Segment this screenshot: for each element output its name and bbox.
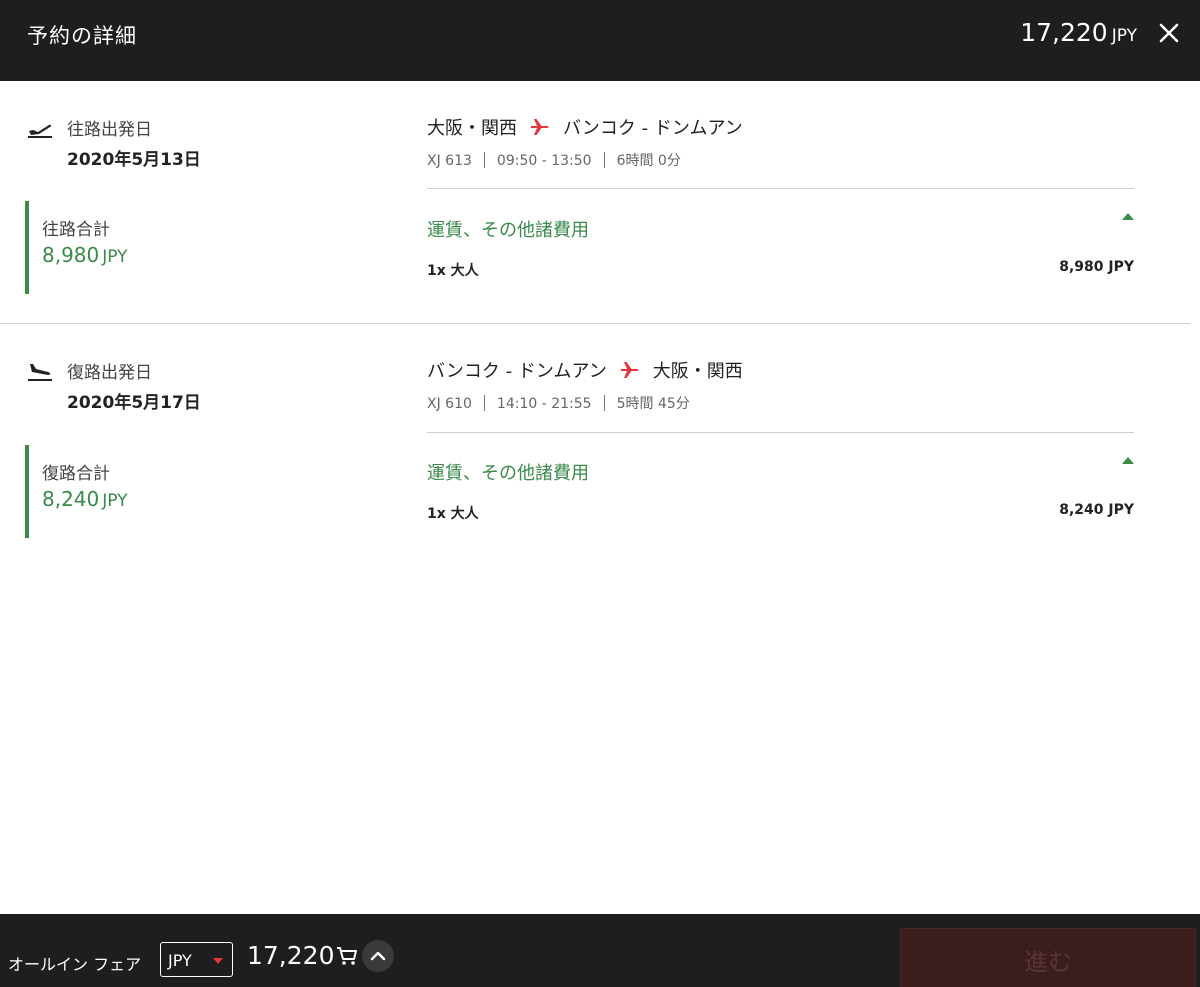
meta-separator — [603, 395, 605, 411]
segment-divider — [0, 323, 1190, 324]
currency-select-value: JPY — [168, 951, 192, 970]
cart-icon — [337, 947, 357, 965]
outbound-passenger: 1x 大人 — [427, 263, 479, 279]
expand-summary-button[interactable] — [362, 940, 394, 972]
outbound-destination: バンコク - ドンムアン — [563, 118, 743, 139]
page-title: 予約の詳細 — [27, 24, 137, 48]
meta-separator — [603, 152, 605, 168]
outbound-flight-number: XJ 613 — [427, 153, 472, 169]
header-total-currency: JPY — [1111, 26, 1137, 46]
return-separator — [427, 432, 1134, 433]
footer-bar: オールイン フェア JPY 17,220 進む — [0, 914, 1200, 987]
outbound-fare-amount: 8,980 JPY — [1059, 259, 1134, 275]
proceed-button[interactable]: 進む — [900, 928, 1196, 987]
close-icon[interactable] — [1154, 18, 1184, 48]
outbound-time: 09:50 - 13:50 — [496, 153, 592, 169]
plane-icon — [620, 362, 639, 378]
return-total-amount: 8,240 — [42, 487, 100, 511]
return-duration: 5時間 45分 — [616, 396, 690, 412]
outbound-total-label: 往路合計 — [42, 220, 110, 240]
return-label: 復路出発日 — [67, 363, 152, 383]
takeoff-icon — [28, 124, 52, 138]
return-total-currency: JPY — [102, 491, 128, 511]
return-fare-amount: 8,240 JPY — [1059, 502, 1134, 518]
dropdown-arrow-icon — [213, 958, 223, 964]
return-destination: 大阪・関西 — [652, 361, 743, 382]
meta-separator — [483, 395, 485, 411]
plane-icon — [531, 119, 549, 135]
outbound-total-amount: 8,980 — [42, 243, 100, 267]
outbound-total-box: 往路合計 8,980 JPY — [25, 201, 355, 294]
outbound-origin: 大阪・関西 — [427, 118, 517, 139]
return-flight-meta: XJ 610 14:10 - 21:55 5時間 45分 — [427, 393, 690, 413]
outbound-fees-toggle[interactable]: 運賃、その他諸費用 — [427, 216, 589, 242]
return-total-value: 8,240 JPY — [42, 487, 128, 511]
return-date: 2020年5月17日 — [67, 393, 201, 413]
meta-separator — [483, 152, 485, 168]
currency-select[interactable]: JPY — [160, 942, 233, 977]
header-bar: 予約の詳細 17,220 JPY — [0, 0, 1200, 81]
caret-up-icon[interactable] — [1122, 213, 1134, 220]
caret-up-icon[interactable] — [1122, 457, 1134, 464]
outbound-total-value: 8,980 JPY — [42, 243, 128, 267]
header-total-amount: 17,220 — [1020, 18, 1108, 47]
outbound-separator — [427, 188, 1134, 189]
return-route: バンコク - ドンムアン 大阪・関西 — [427, 357, 743, 383]
return-time: 14:10 - 21:55 — [496, 396, 592, 412]
outbound-flight-meta: XJ 613 09:50 - 13:50 6時間 0分 — [427, 150, 681, 170]
outbound-date: 2020年5月13日 — [67, 150, 201, 170]
return-total-label: 復路合計 — [42, 464, 110, 484]
header-total: 17,220 JPY — [1020, 18, 1137, 47]
all-in-fare-label: オールイン フェア — [8, 955, 142, 974]
outbound-label: 往路出発日 — [67, 120, 152, 140]
return-fees-toggle[interactable]: 運賃、その他諸費用 — [427, 459, 589, 485]
outbound-total-currency: JPY — [102, 247, 128, 267]
chevron-up-icon — [370, 951, 386, 961]
return-origin: バンコク - ドンムアン — [427, 361, 607, 382]
footer-total: 17,220 — [247, 941, 335, 970]
return-passenger: 1x 大人 — [427, 506, 479, 522]
outbound-duration: 6時間 0分 — [616, 153, 681, 169]
return-flight-number: XJ 610 — [427, 396, 472, 412]
return-total-box: 復路合計 8,240 JPY — [25, 445, 355, 538]
landing-icon — [28, 364, 52, 381]
outbound-route: 大阪・関西 バンコク - ドンムアン — [427, 114, 743, 140]
